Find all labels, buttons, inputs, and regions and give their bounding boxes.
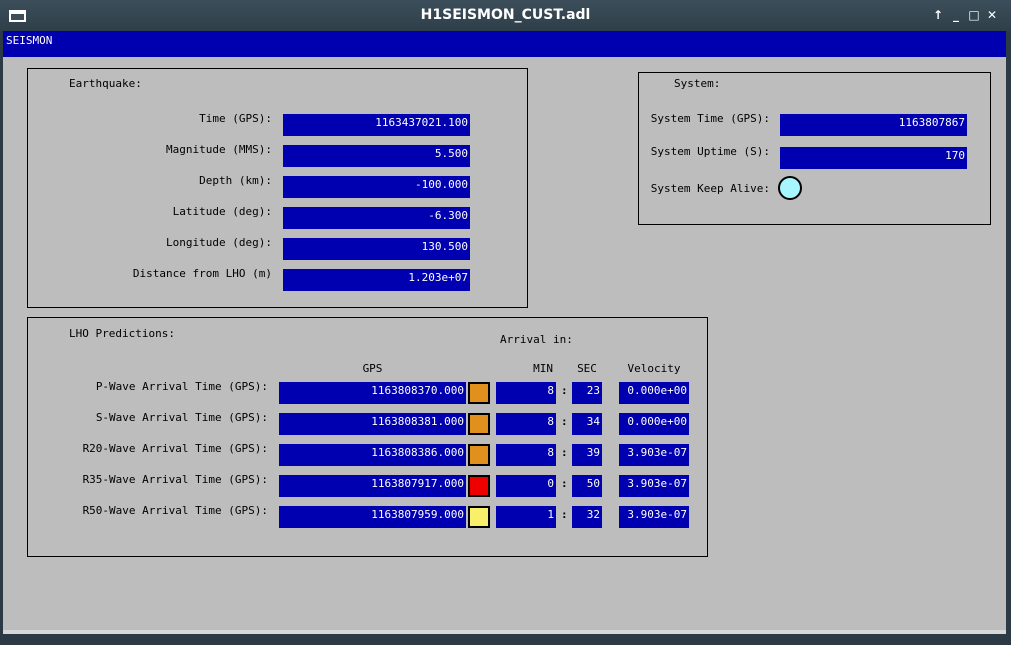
system-keepalive-label: System Keep Alive: xyxy=(650,182,770,195)
bottom-edge xyxy=(3,630,1006,634)
system-heading: System: xyxy=(674,77,721,90)
p-wave-status-indicator xyxy=(468,382,490,404)
r50-wave-sec-field: 32 xyxy=(572,506,602,528)
r20-wave-sec-field: 39 xyxy=(572,444,602,466)
r20-wave-gps-field: 1163808386.000 xyxy=(279,444,466,466)
eq-depth-field: -100.000 xyxy=(283,176,470,198)
s-wave-label: S-Wave Arrival Time (GPS): xyxy=(95,411,268,424)
maximize-button[interactable]: □ xyxy=(967,8,981,22)
r35-wave-status-indicator xyxy=(468,475,490,497)
r20-wave-status-indicator xyxy=(468,444,490,466)
menubar-label: SEISMON xyxy=(6,34,53,47)
column-header-gps: GPS xyxy=(362,362,383,375)
eq-depth-label: Depth (km): xyxy=(199,174,272,187)
earthquake-heading: Earthquake: xyxy=(69,77,142,90)
r35-wave-velocity-field: 3.903e-07 xyxy=(619,475,689,497)
menubar: SEISMON xyxy=(3,31,1006,57)
eq-distance-field: 1.203e+07 xyxy=(283,269,470,291)
keep-above-button[interactable]: ↑ xyxy=(931,8,945,22)
column-header-velocity: Velocity xyxy=(627,362,681,375)
s-wave-gps-field: 1163808381.000 xyxy=(279,413,466,435)
r50-wave-gps-field: 1163807959.000 xyxy=(279,506,466,528)
time-separator: : xyxy=(561,446,568,459)
minimize-button[interactable]: _ xyxy=(949,8,963,22)
s-wave-status-indicator xyxy=(468,413,490,435)
p-wave-min-field: 8 xyxy=(496,382,556,404)
r50-wave-velocity-field: 3.903e-07 xyxy=(619,506,689,528)
p-wave-velocity-field: 0.000e+00 xyxy=(619,382,689,404)
eq-magnitude-field: 5.500 xyxy=(283,145,470,167)
r50-wave-label: R50-Wave Arrival Time (GPS): xyxy=(82,504,268,517)
time-separator: : xyxy=(561,477,568,490)
r20-wave-velocity-field: 3.903e-07 xyxy=(619,444,689,466)
eq-latitude-field: -6.300 xyxy=(283,207,470,229)
p-wave-gps-field: 1163808370.000 xyxy=(279,382,466,404)
r50-wave-status-indicator xyxy=(468,506,490,528)
system-uptime-label: System Uptime (S): xyxy=(650,145,770,158)
system-time-field: 1163807867 xyxy=(780,114,967,136)
keepalive-indicator xyxy=(778,176,802,200)
r35-wave-sec-field: 50 xyxy=(572,475,602,497)
eq-longitude-field: 130.500 xyxy=(283,238,470,260)
r50-wave-min-field: 1 xyxy=(496,506,556,528)
p-wave-sec-field: 23 xyxy=(572,382,602,404)
column-header-min: MIN xyxy=(533,362,553,375)
system-uptime-field: 170 xyxy=(780,147,967,169)
column-header-sec: SEC xyxy=(577,362,597,375)
close-button[interactable]: ✕ xyxy=(985,8,999,22)
r35-wave-label: R35-Wave Arrival Time (GPS): xyxy=(82,473,268,486)
s-wave-sec-field: 34 xyxy=(572,413,602,435)
window-title: H1SEISMON_CUST.adl xyxy=(420,7,591,23)
eq-distance-label: Distance from LHO (m) xyxy=(132,267,272,280)
eq-latitude-label: Latitude (deg): xyxy=(172,205,272,218)
system-time-label: System Time (GPS): xyxy=(650,112,770,125)
screen-canvas: SEISMON Earthquake: Time (GPS): 11634370… xyxy=(3,31,1006,634)
arrival-heading: Arrival in: xyxy=(500,333,573,346)
s-wave-min-field: 8 xyxy=(496,413,556,435)
time-separator: : xyxy=(561,384,568,397)
time-separator: : xyxy=(561,415,568,428)
eq-longitude-label: Longitude (deg): xyxy=(166,236,272,249)
r35-wave-min-field: 0 xyxy=(496,475,556,497)
eq-time-field: 1163437021.100 xyxy=(283,114,470,136)
eq-magnitude-label: Magnitude (MMS): xyxy=(166,143,272,156)
time-separator: : xyxy=(561,508,568,521)
s-wave-velocity-field: 0.000e+00 xyxy=(619,413,689,435)
r35-wave-gps-field: 1163807917.000 xyxy=(279,475,466,497)
predictions-heading: LHO Predictions: xyxy=(69,327,175,340)
eq-time-label: Time (GPS): xyxy=(199,112,272,125)
r20-wave-label: R20-Wave Arrival Time (GPS): xyxy=(82,442,268,455)
window-titlebar[interactable]: H1SEISMON_CUST.adl ↑ _ □ ✕ xyxy=(0,0,1011,31)
p-wave-label: P-Wave Arrival Time (GPS): xyxy=(95,380,268,393)
r20-wave-min-field: 8 xyxy=(496,444,556,466)
